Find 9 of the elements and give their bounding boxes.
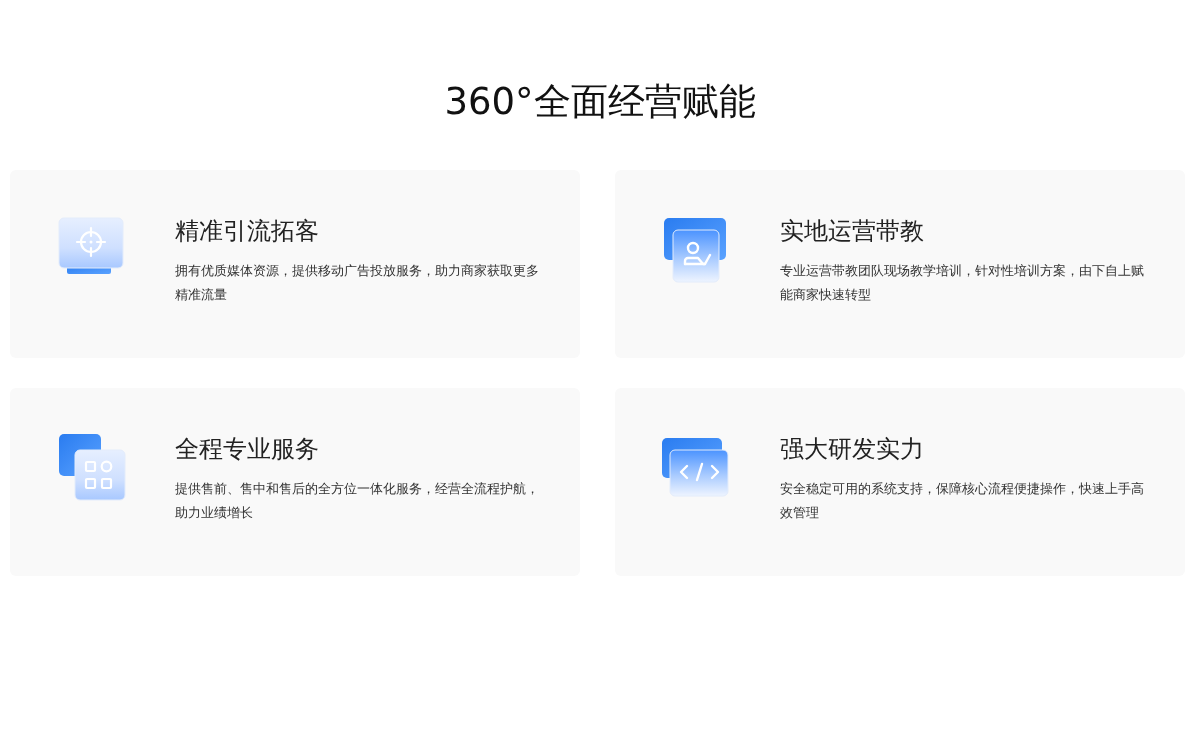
section-heading: 360°全面经营赋能 [443,79,757,125]
card-title: 实地运营带教 [780,216,925,247]
card-description: 安全稳定可用的系统支持，保障核心流程便捷操作，快速上手高效管理 [780,480,1145,522]
card-description: 专业运营带教团队现场教学培训，针对性培训方案，由下自上赋能商家快速转型 [780,262,1145,304]
card-title: 全程专业服务 [175,434,320,465]
card-title: 强大研发实力 [780,434,925,465]
card-description: 提供售前、售中和售后的全方位一体化服务，经营全流程护航，助力业绩增长 [175,480,540,522]
card-description: 拥有优质媒体资源，提供移动广告投放服务，助力商家获取更多精准流量 [175,262,540,304]
card-title: 精准引流拓客 [175,216,320,247]
